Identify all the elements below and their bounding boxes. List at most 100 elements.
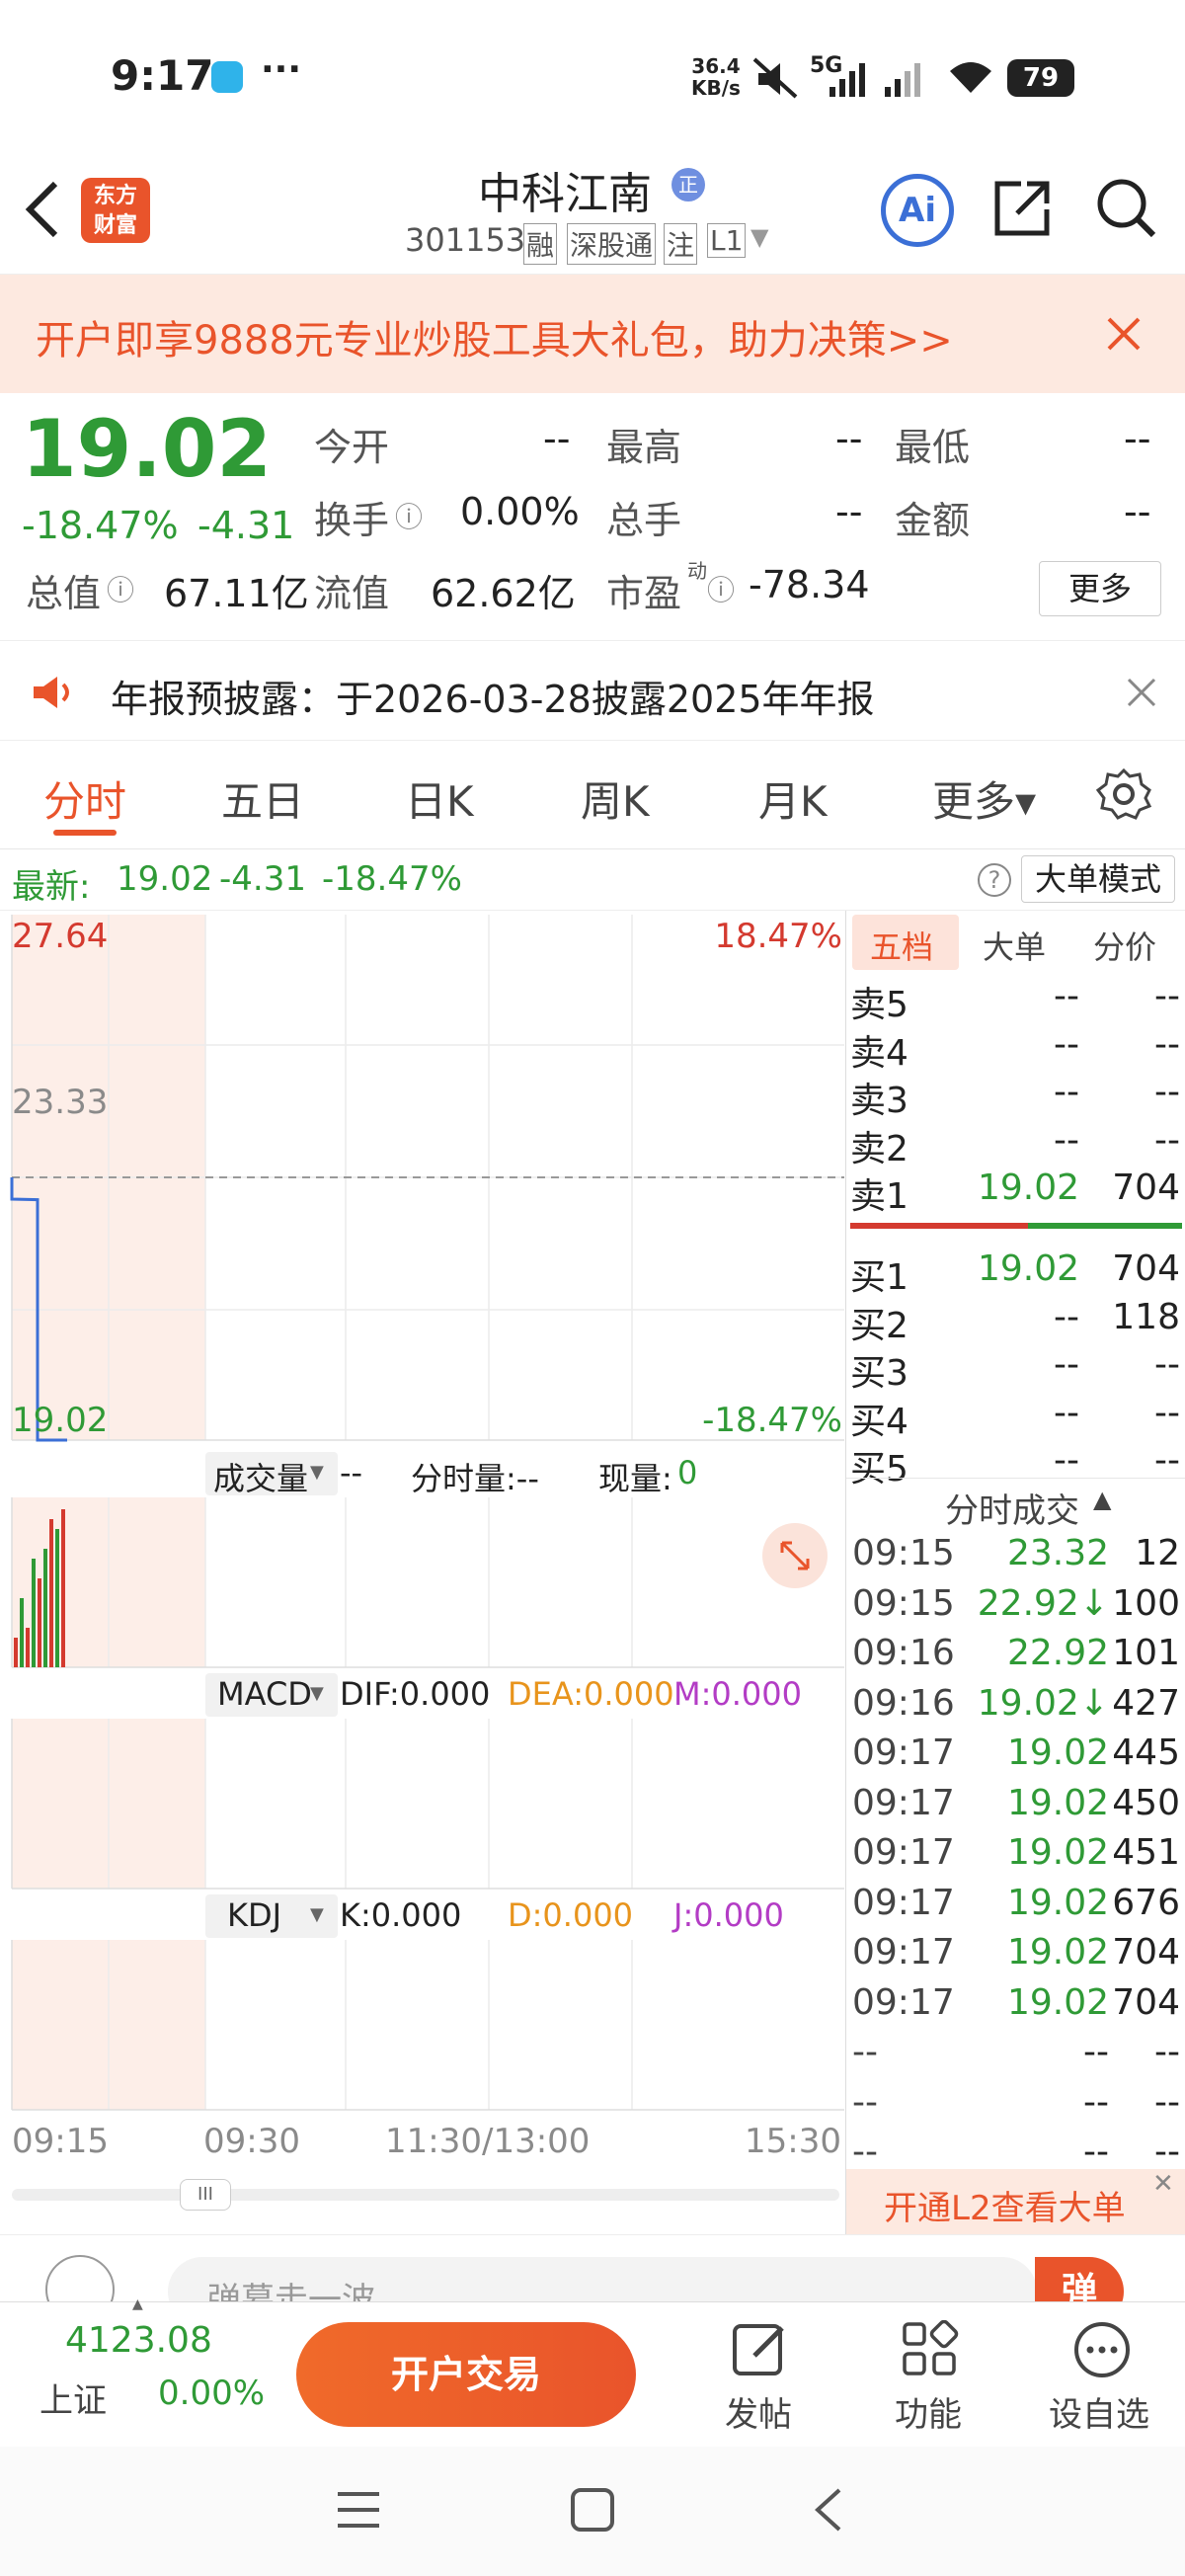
index-value[interactable]: 4123.08: [65, 2320, 212, 2361]
index-name[interactable]: 上证: [40, 2374, 107, 2422]
kdj-label: KDJ: [227, 1896, 282, 1934]
status-time: 9:17: [111, 51, 214, 100]
trade-time: 09:17: [852, 1882, 955, 1923]
status-bar: 9:17 ··· 36.4 KB/s 5G 79: [0, 0, 1185, 158]
promo-banner[interactable]: 开户即享9888元专业炒股工具大礼包，助力决策>>: [0, 275, 1185, 393]
trade-price: 19.02: [1006, 1732, 1109, 1773]
tab-five-levels-label: 五档: [870, 928, 934, 966]
function-button[interactable]: 功能: [877, 2312, 986, 2441]
trade-row: 09:17 19.02 450: [846, 1783, 1185, 1832]
x-tick-label: 09:15: [12, 2122, 109, 2161]
trade-price: 22.92: [1006, 1633, 1109, 1673]
intraday-chart[interactable]: 27.64 18.47% 23.33 19.02 -18.47% 成交量 ▼ -…: [0, 911, 844, 2234]
price-axis-bottom: 19.02: [12, 1401, 109, 1440]
active-tab-indicator: [53, 830, 117, 836]
ai-button[interactable]: Ai: [881, 174, 954, 247]
kdj-indicator-select[interactable]: KDJ ▼: [205, 1894, 338, 1938]
close-icon[interactable]: [1106, 316, 1142, 352]
trade-volume: 12: [1135, 1533, 1180, 1573]
trade-price: 19.02: [1006, 1981, 1109, 2023]
post-button[interactable]: 发帖: [707, 2312, 816, 2441]
notice-text[interactable]: 年报预披露：于2026-03-28披露2025年年报: [111, 669, 875, 723]
trade-price: 23.32: [1006, 1533, 1109, 1573]
tags-dropdown-icon[interactable]: ▼: [750, 223, 768, 251]
back-arrow-icon[interactable]: [22, 178, 61, 241]
info-icon[interactable]: ⓘ: [107, 569, 134, 608]
more-button[interactable]: 更多: [1039, 561, 1161, 616]
back-icon[interactable]: [810, 2486, 849, 2534]
pe-sup: 动: [687, 559, 707, 583]
bid-row: 买3 -- --: [846, 1344, 1185, 1394]
trade-time: 09:17: [852, 1732, 955, 1773]
tab-price-dist[interactable]: 分价: [1093, 923, 1156, 968]
notice-bar[interactable]: 年报预披露：于2026-03-28披露2025年年报: [0, 640, 1185, 741]
tag-registration: 注: [664, 223, 698, 265]
tab-daily-k[interactable]: 日K: [405, 768, 474, 829]
stock-name: 中科江南: [478, 169, 652, 219]
open-account-trade-button[interactable]: 开户交易: [296, 2322, 636, 2427]
more-circle-icon: [1074, 2322, 1130, 2377]
close-icon[interactable]: [1126, 677, 1157, 708]
volume-bar: [38, 1578, 41, 1667]
trade-volume: 451: [1112, 1832, 1180, 1873]
add-watchlist-button[interactable]: 设自选: [1043, 2312, 1161, 2441]
trade-volume: 100: [1112, 1582, 1180, 1624]
tab-more[interactable]: 更多▾: [932, 768, 1036, 829]
bid-row: 买5 -- --: [846, 1440, 1185, 1489]
search-icon[interactable]: [1094, 176, 1157, 239]
tab-big-orders[interactable]: 大单: [983, 923, 1046, 968]
index-pct[interactable]: 0.00%: [158, 2374, 265, 2413]
share-icon[interactable]: [991, 176, 1055, 239]
volume-indicator-select[interactable]: 成交量 ▼: [205, 1452, 338, 1497]
volume-bar: [55, 1529, 59, 1667]
info-icon[interactable]: ⓘ: [707, 569, 735, 608]
promo-banner-text[interactable]: 开户即享9888元专业炒股工具大礼包，助力决策>>: [36, 308, 953, 365]
name-badge: 正: [672, 168, 705, 201]
tab-five-day[interactable]: 五日: [221, 768, 304, 829]
macd-dif: DIF:0.000: [340, 1675, 491, 1713]
help-icon[interactable]: ?: [978, 863, 1011, 897]
bid-label: 买4: [850, 1401, 908, 1442]
wifi-icon: [950, 62, 991, 93]
l2-promo-text[interactable]: 开通L2查看大单: [884, 2181, 1126, 2229]
info-icon[interactable]: ⓘ: [395, 496, 423, 535]
bid-price: 19.02: [977, 1248, 1079, 1289]
tab-five-levels[interactable]: 五档: [852, 915, 959, 970]
sort-up-icon[interactable]: ▲: [1093, 1486, 1111, 1513]
trades-header[interactable]: 分时成交: [945, 1484, 1079, 1532]
big-order-mode-button[interactable]: 大单模式: [1021, 855, 1175, 903]
current-volume-value: 0: [677, 1454, 698, 1491]
ask-price: --: [1054, 976, 1079, 1016]
bottom-bar: 弹幕走一波 弹 ▲ 4123.08 上证 0.00% 开户交易 发帖 功能 设自…: [0, 2234, 1185, 2447]
trade-row: 09:15 22.92↓ 100: [846, 1583, 1185, 1633]
price-axis-mid: 23.33: [12, 1083, 109, 1122]
bid-volume: --: [1154, 1344, 1180, 1385]
latest-quote-line: 最新: 19.02 -4.31 -18.47% ? 大单模式: [0, 849, 1185, 911]
app-notification-icon: [211, 61, 243, 93]
pe-value: -78.34: [749, 563, 870, 606]
settings-gear-icon[interactable]: [1096, 766, 1151, 822]
tab-monthly-k[interactable]: 月K: [758, 768, 828, 829]
trade-row: 09:17 19.02 704: [846, 1932, 1185, 1981]
amount-label: 金额: [895, 499, 971, 542]
home-icon[interactable]: [569, 2486, 616, 2534]
tab-weekly-k[interactable]: 周K: [581, 768, 650, 829]
bid-row: 买4 -- --: [846, 1392, 1185, 1442]
bid-price: --: [1054, 1392, 1079, 1433]
close-icon[interactable]: ✕: [1152, 2169, 1174, 2199]
x-tick-label: 15:30: [745, 2122, 841, 2161]
macd-indicator-select[interactable]: MACD ▼: [205, 1673, 338, 1717]
app-logo[interactable]: 东方 财富: [81, 178, 150, 243]
chart-canvas[interactable]: [0, 911, 844, 2234]
chart-scrollbar[interactable]: [12, 2189, 839, 2201]
expand-icon[interactable]: [762, 1523, 828, 1588]
scroll-handle[interactable]: III: [180, 2179, 231, 2211]
tab-intraday[interactable]: 分时: [43, 768, 126, 829]
menu-icon[interactable]: [336, 2488, 381, 2532]
tick-volume: 分时量:--: [411, 1460, 539, 1497]
bid-label: 买1: [850, 1257, 908, 1298]
tag-margin: 融: [523, 223, 558, 265]
trade-price: 19.02↓: [977, 1682, 1109, 1724]
trade-volume: 676: [1112, 1882, 1180, 1923]
l2-promo[interactable]: 开通L2查看大单 ✕: [846, 2169, 1185, 2234]
